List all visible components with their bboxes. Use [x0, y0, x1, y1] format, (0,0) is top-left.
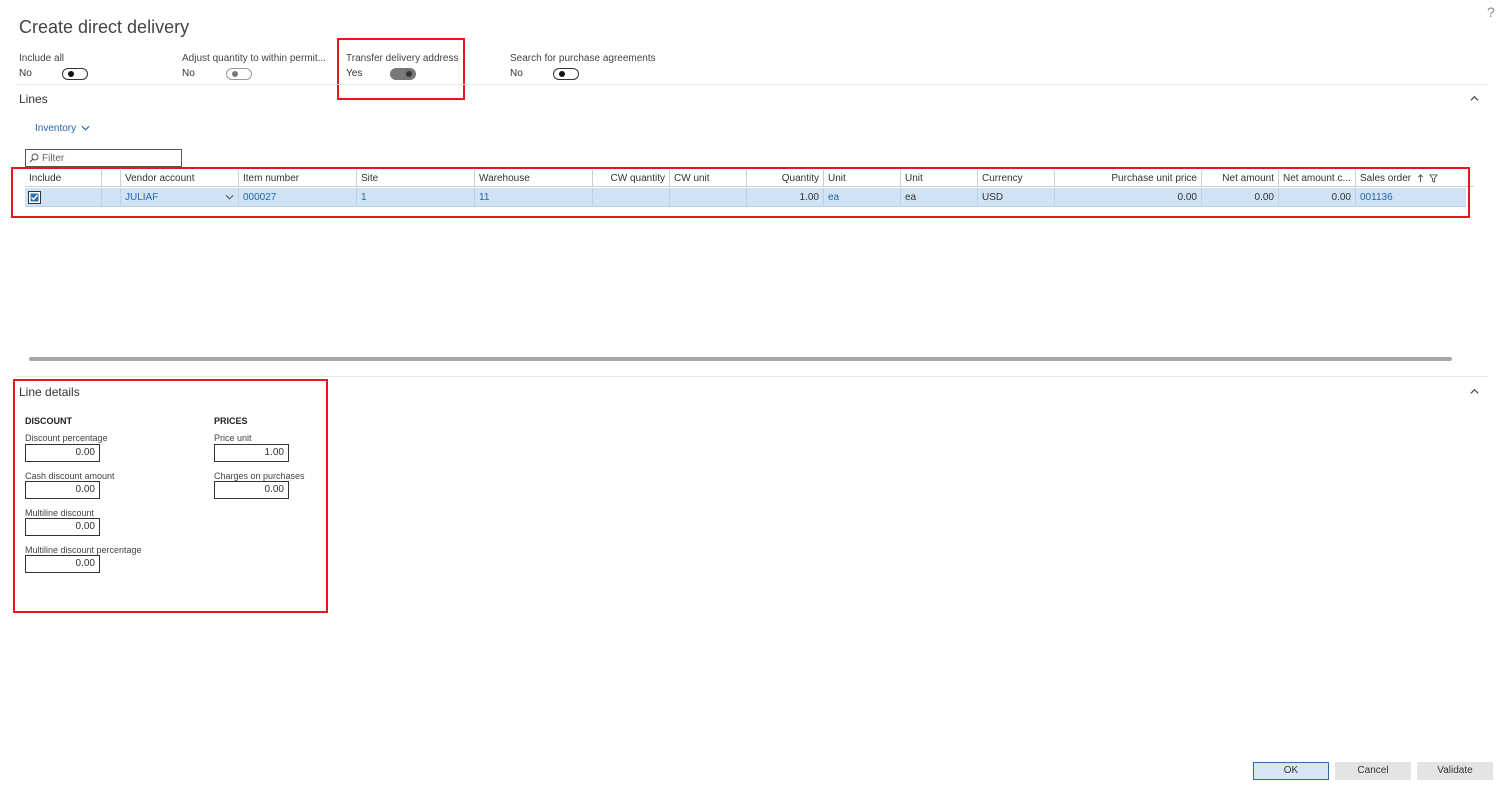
inventory-menu-label: Inventory: [35, 123, 77, 134]
include-all-value: No: [19, 68, 32, 79]
toggle-knob: [232, 71, 238, 77]
validate-button[interactable]: Validate: [1417, 762, 1493, 780]
prices-heading: PRICES: [214, 416, 248, 426]
filter-input[interactable]: Filter: [25, 149, 182, 167]
chevron-down-icon: [81, 125, 90, 131]
transfer-delivery-address-label: Transfer delivery address: [346, 53, 459, 64]
cash-discount-amount-label: Cash discount amount: [25, 471, 115, 481]
include-all-label: Include all: [19, 53, 65, 64]
ok-button[interactable]: OK: [1253, 762, 1329, 780]
filter-placeholder: Filter: [42, 153, 65, 164]
price-unit-field[interactable]: 1.00: [214, 444, 289, 462]
charges-on-purchases-label: Charges on purchases: [214, 471, 305, 481]
include-all-toggle[interactable]: [62, 68, 88, 80]
multiline-discount-percentage-field[interactable]: 0.00: [25, 555, 100, 573]
horizontal-scrollbar[interactable]: [29, 357, 1452, 361]
line-details-section-title[interactable]: Line details: [19, 385, 80, 399]
multiline-discount-percentage-label: Multiline discount percentage: [25, 545, 142, 555]
transfer-delivery-address-toggle[interactable]: [390, 68, 416, 80]
cancel-button[interactable]: Cancel: [1335, 762, 1411, 780]
divider: [16, 376, 1488, 377]
discount-percentage-label: Discount percentage: [25, 433, 108, 443]
help-icon[interactable]: ?: [1487, 4, 1495, 20]
inventory-menu[interactable]: Inventory: [35, 123, 90, 134]
adjust-quantity-label: Adjust quantity to within permit...: [182, 53, 326, 64]
discount-heading: DISCOUNT: [25, 416, 72, 426]
discount-percentage-field[interactable]: 0.00: [25, 444, 100, 462]
highlight-box-grid: [11, 167, 1470, 218]
chevron-up-icon[interactable]: [1470, 387, 1479, 396]
charges-on-purchases-field[interactable]: 0.00: [214, 481, 289, 499]
toggle-knob: [559, 71, 565, 77]
search-purchase-agreements-toggle[interactable]: [553, 68, 579, 80]
lines-section-title[interactable]: Lines: [19, 92, 48, 106]
divider: [16, 84, 1488, 85]
multiline-discount-field[interactable]: 0.00: [25, 518, 100, 536]
cash-discount-amount-field[interactable]: 0.00: [25, 481, 100, 499]
toggle-knob: [68, 71, 74, 77]
dialog-title: Create direct delivery: [19, 17, 190, 37]
search-purchase-agreements-value: No: [510, 68, 523, 79]
toggle-knob: [406, 71, 412, 77]
multiline-discount-label: Multiline discount: [25, 508, 95, 518]
search-icon: [29, 153, 39, 163]
adjust-quantity-value: No: [182, 68, 195, 79]
adjust-quantity-toggle[interactable]: [226, 68, 252, 80]
transfer-delivery-address-value: Yes: [346, 68, 363, 79]
search-purchase-agreements-label: Search for purchase agreements: [510, 53, 656, 64]
chevron-up-icon[interactable]: [1470, 94, 1479, 103]
price-unit-label: Price unit: [214, 433, 252, 443]
